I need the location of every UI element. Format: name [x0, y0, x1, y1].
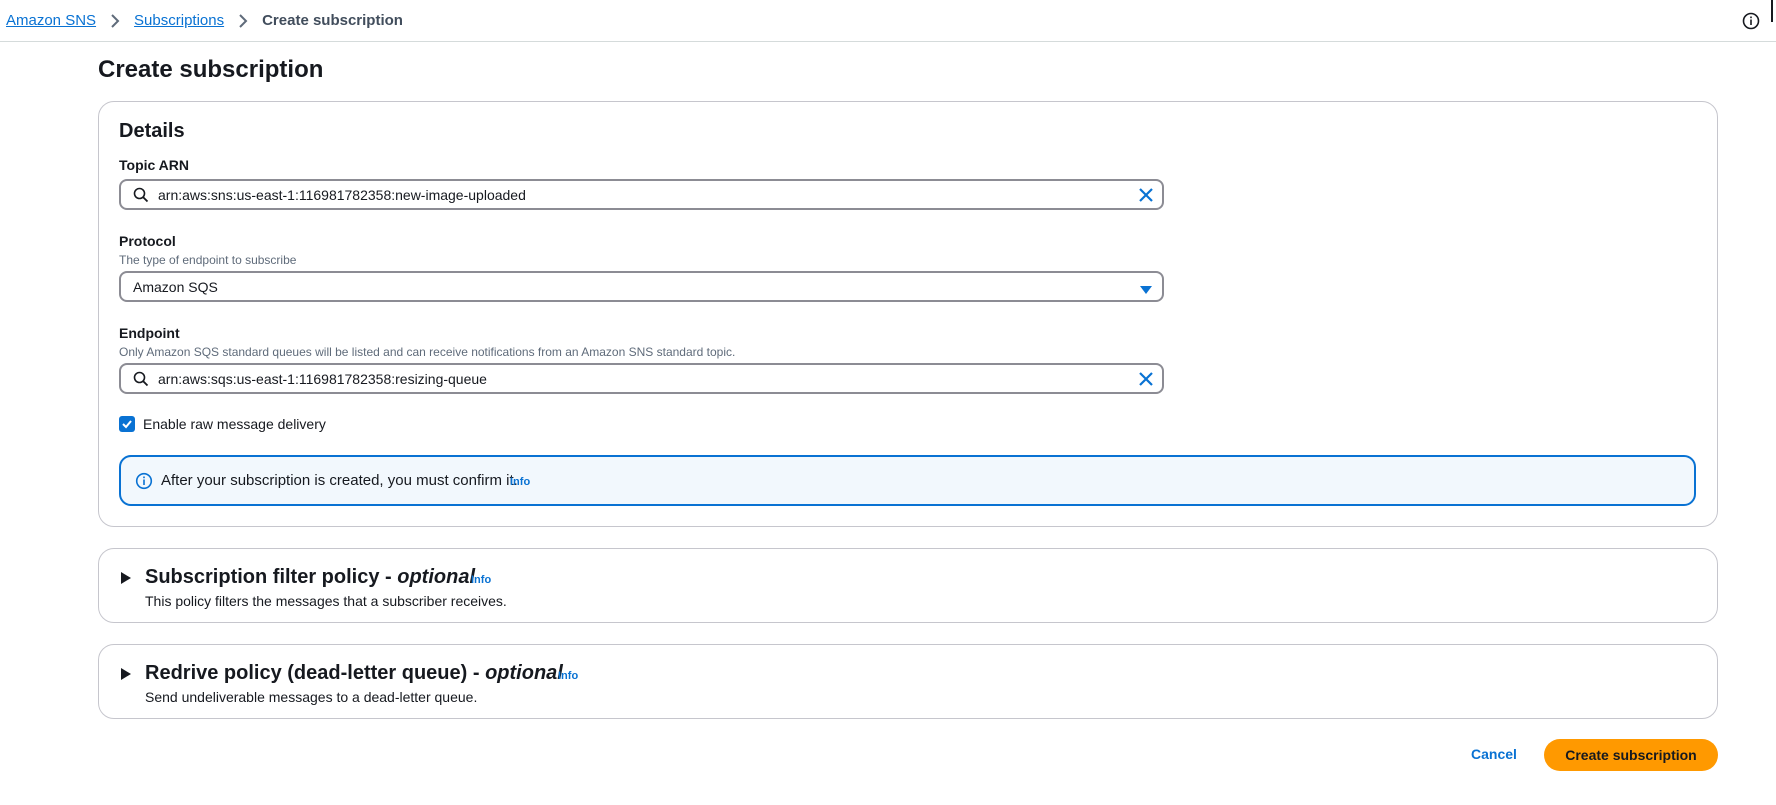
redrive-policy-info-link[interactable]: Info [558, 670, 578, 682]
redrive-policy-expandable[interactable]: Redrive policy (dead-letter queue) - opt… [98, 644, 1718, 719]
filter-policy-expandable[interactable]: Subscription filter policy - optional In… [98, 548, 1718, 623]
filter-policy-description: This policy filters the messages that a … [145, 593, 507, 609]
breadcrumb-link-subscriptions[interactable]: Subscriptions [134, 12, 224, 29]
topic-arn-label: Topic ARN [119, 157, 189, 173]
topic-arn-value: arn:aws:sns:us-east-1:116981782358:new-i… [158, 187, 526, 203]
redrive-policy-description: Send undeliverable messages to a dead-le… [145, 689, 478, 705]
endpoint-input[interactable]: arn:aws:sqs:us-east-1:116981782358:resiz… [119, 363, 1164, 394]
protocol-description: The type of endpoint to subscribe [119, 253, 297, 267]
endpoint-label: Endpoint [119, 325, 180, 341]
window-edge-divider [1771, 0, 1773, 22]
page-title: Create subscription [98, 56, 324, 83]
chevron-right-icon [237, 13, 249, 28]
top-bar: Amazon SNS Subscriptions Create subscrip… [0, 0, 1776, 42]
alert-info-link[interactable]: Info [510, 476, 530, 488]
filter-policy-title: Subscription filter policy - optional [145, 566, 475, 589]
search-icon [133, 371, 149, 387]
details-heading: Details [119, 120, 185, 142]
check-icon [122, 420, 132, 429]
chevron-right-icon [109, 13, 121, 28]
cancel-button[interactable]: Cancel [1471, 746, 1517, 762]
protocol-select[interactable]: Amazon SQS [119, 271, 1164, 302]
endpoint-value: arn:aws:sqs:us-east-1:116981782358:resiz… [158, 371, 487, 387]
endpoint-description: Only Amazon SQS standard queues will be … [119, 345, 736, 359]
create-subscription-button[interactable]: Create subscription [1544, 739, 1718, 771]
breadcrumb: Amazon SNS Subscriptions Create subscrip… [6, 12, 403, 29]
filter-policy-optional: optional [397, 566, 476, 588]
close-icon[interactable] [1137, 186, 1155, 204]
caret-right-icon[interactable] [120, 571, 132, 585]
topic-arn-input[interactable]: arn:aws:sns:us-east-1:116981782358:new-i… [119, 179, 1164, 210]
breadcrumb-current: Create subscription [262, 12, 403, 29]
info-icon [135, 472, 153, 490]
alert-message: After your subscription is created, you … [161, 472, 518, 489]
raw-delivery-label[interactable]: Enable raw message delivery [143, 416, 326, 432]
raw-delivery-checkbox[interactable] [119, 416, 135, 432]
redrive-policy-title: Redrive policy (dead-letter queue) - opt… [145, 662, 563, 685]
redrive-policy-optional: optional [485, 662, 563, 684]
protocol-label: Protocol [119, 233, 176, 249]
filter-policy-info-link[interactable]: Info [471, 574, 491, 586]
filter-policy-title-text: Subscription filter policy - [145, 566, 398, 588]
search-icon [133, 187, 149, 203]
breadcrumb-link-amazon-sns[interactable]: Amazon SNS [6, 12, 96, 29]
confirm-alert: After your subscription is created, you … [119, 455, 1696, 506]
info-icon[interactable] [1742, 12, 1760, 30]
caret-right-icon[interactable] [120, 667, 132, 681]
close-icon[interactable] [1137, 370, 1155, 388]
protocol-selected-value: Amazon SQS [133, 279, 218, 295]
caret-down-icon [1139, 282, 1153, 294]
redrive-policy-title-text: Redrive policy (dead-letter queue) - [145, 662, 486, 684]
details-container: Details Topic ARN arn:aws:sns:us-east-1:… [98, 101, 1718, 527]
